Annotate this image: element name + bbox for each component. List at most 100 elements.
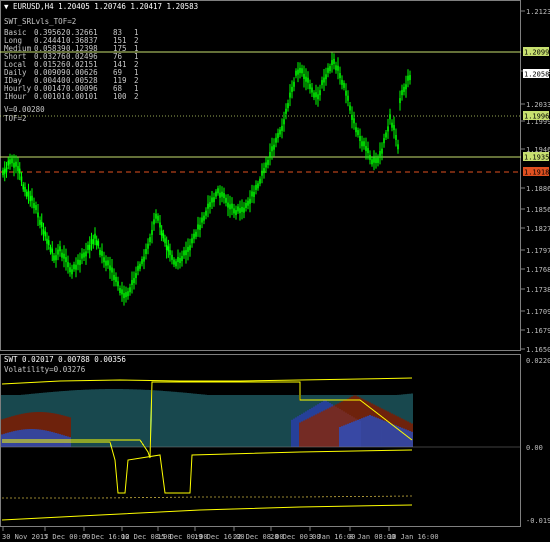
candle-body [44,231,47,237]
price-tick-label: 1.17975 [526,247,550,255]
candle-body [119,288,121,294]
candle-body [307,77,309,83]
candle-body [179,258,181,264]
sub-axis: 0.02206 0.00 -0.01944 [526,357,550,525]
candle-body [247,200,249,206]
candle-body [185,250,187,256]
candle-body [73,264,75,270]
candle-body [85,251,87,257]
indicator-name: SWT_SRLvls_TOF=2 [4,17,76,26]
candle-body [219,192,221,198]
candle-body [357,130,359,136]
candle-body [189,245,191,251]
candle-body [241,206,243,212]
candle-body [217,188,219,194]
candle-body [164,238,166,244]
candle-body [153,219,155,225]
trading-chart: ▼ EURUSD,H4 1.20405 1.20746 1.20417 1.20… [0,0,550,541]
candle-body [359,136,361,141]
candle-body [225,197,227,203]
candle-body [341,79,343,85]
candle-body [117,281,119,287]
candle-body [367,148,369,154]
candle-body [35,205,37,211]
candle-body [261,170,263,176]
candle-body [369,154,371,160]
sub-tick-label: -0.01944 [526,517,550,525]
candle-body [24,186,26,192]
candle-body [403,86,405,92]
price-tick-label: 1.17090 [526,308,550,316]
oscillator-histogram [1,389,413,447]
candle-body [269,151,271,157]
candle-body [151,229,153,235]
candle-body [162,233,165,239]
candle-body [53,255,55,261]
candle-body [55,255,57,261]
candle-body [79,260,81,266]
candle-body [221,191,223,197]
candle-body [391,122,393,128]
candle-body [159,222,161,228]
candle-body [177,256,179,262]
sub-title: SWT 0.02017 0.00788 0.00356 [4,355,126,364]
candle-body [405,84,407,90]
candle-body [143,256,145,262]
candle-body [315,92,317,98]
v-label: V=0.00280 [4,105,45,114]
candle-body [393,125,395,131]
candle-body [235,210,237,216]
candle-body [363,141,365,147]
candle-body [257,183,259,189]
candle-body [283,119,285,125]
candle-body [94,233,96,239]
candle-body [25,191,28,197]
candle-body [61,252,63,258]
candle-body [313,92,315,98]
candle-body [271,146,273,152]
candle-body [273,144,275,150]
price-tick-label: 1.17680 [526,266,550,274]
candle-body [297,69,299,75]
candle-body [255,184,257,190]
level-tags: 1.20990 1.20583 1.19960 1.19350 1.19185 [523,47,550,177]
candle-body [309,84,311,90]
candle-body [88,244,91,250]
candle-body [343,82,345,88]
candle-body [277,133,279,139]
sub-tick-label: 0.02206 [526,357,550,365]
candle-body [42,229,45,235]
candle-body [399,98,401,104]
candle-body [355,127,357,133]
candle-body [209,202,211,208]
candle-body [373,157,375,163]
candle-body [22,184,25,190]
candle-body [409,75,411,81]
candle-body [213,197,215,203]
candle-body [113,274,115,280]
price-tick-label: 1.18860 [526,185,550,193]
candle-body [259,178,261,184]
candle-body [160,230,163,236]
candle-body [33,203,35,209]
candle-body [29,196,32,202]
candle-body [347,95,349,101]
candle-body [287,103,289,109]
candle-body [397,144,399,150]
candle-body [333,58,335,64]
candle-body [203,215,205,221]
candle-body [11,158,13,164]
candle-body [375,158,377,164]
candle-body [205,210,207,216]
candle-body [243,207,245,213]
time-tick-label: 30 Nov 2017 [2,533,48,541]
candle-body [9,159,11,165]
candle-body [18,168,21,174]
candle-body [99,249,101,255]
candle-body [49,247,52,253]
candle-body [387,126,389,132]
candle-body [183,250,185,256]
candle-body [291,86,293,92]
candle-body [67,262,69,268]
level-tag: 1.20990 [524,49,550,57]
